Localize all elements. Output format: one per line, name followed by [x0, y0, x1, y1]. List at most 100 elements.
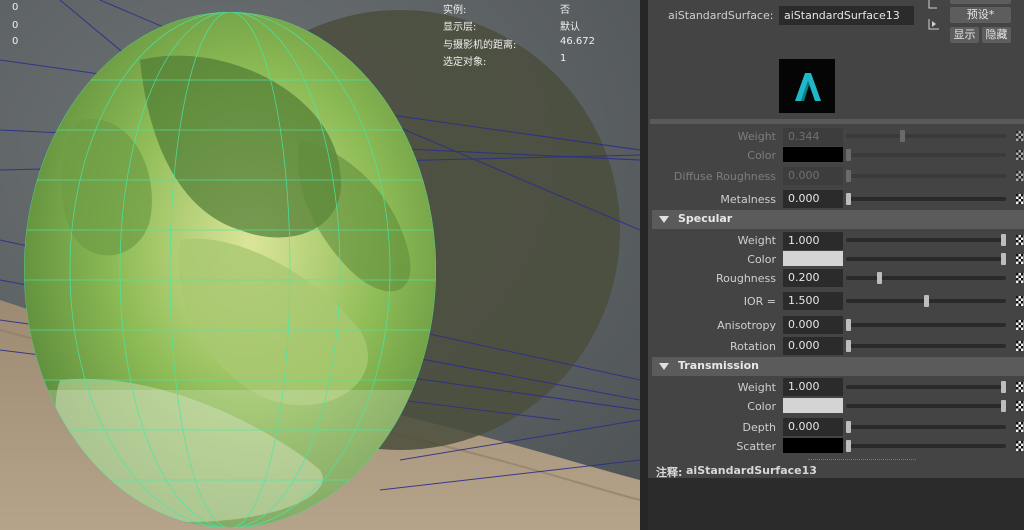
attribute-editor: aiStandardSurface: aiStandardSurface13 预…	[648, 0, 1024, 530]
hud-count: 0	[12, 20, 19, 31]
hud-label-instance: 实例:	[443, 5, 467, 16]
specular-ior-map-icon[interactable]	[1016, 296, 1024, 306]
preset-button[interactable]: 预设*	[950, 7, 1011, 23]
transmission-depth-label: Depth	[742, 421, 776, 434]
transmission-color-slider[interactable]	[846, 404, 1006, 408]
base-weight-map-icon[interactable]	[1016, 131, 1024, 141]
transmission-depth-slider[interactable]	[846, 425, 1006, 429]
diffuse-roughness-field[interactable]: 0.000	[783, 167, 843, 185]
transmission-weight-field[interactable]: 1.000	[783, 378, 843, 396]
transmission-depth-slider-handle[interactable]	[846, 421, 851, 433]
specular-color-swatch[interactable]	[783, 251, 843, 266]
transmission-color-label: Color	[747, 400, 776, 413]
hud-value-instance: 否	[560, 5, 570, 16]
specular-anisotropy-label: Anisotropy	[717, 319, 776, 332]
specular-anisotropy-slider[interactable]	[846, 323, 1006, 327]
specular-anisotropy-slider-handle[interactable]	[846, 319, 851, 331]
specular-roughness-label: Roughness	[715, 272, 776, 285]
notes-textarea[interactable]	[648, 478, 1024, 530]
section-transmission-title: Transmission	[678, 359, 760, 372]
transmission-depth-map-icon[interactable]	[1016, 422, 1024, 432]
specular-anisotropy-map-icon[interactable]	[1016, 320, 1024, 330]
section-specular[interactable]: Specular	[652, 210, 1024, 229]
collapse-triangle-icon	[659, 363, 669, 370]
specular-weight-map-icon[interactable]	[1016, 235, 1024, 245]
specular-weight-field[interactable]: 1.000	[783, 232, 843, 250]
diffuse-roughness-slider-handle[interactable]	[846, 170, 851, 182]
hud-value-display-layer: 默认	[560, 22, 580, 33]
metalness-map-icon[interactable]	[1016, 194, 1024, 204]
specular-roughness-map-icon[interactable]	[1016, 273, 1024, 283]
base-weight-label: Weight	[737, 130, 776, 143]
hud-label-selected-objects: 选定对象:	[443, 57, 487, 68]
specular-color-slider-handle[interactable]	[1001, 253, 1006, 265]
panel-divider[interactable]	[640, 0, 648, 530]
metalness-slider[interactable]	[846, 197, 1006, 201]
hud-label-display-layer: 显示层:	[443, 22, 477, 33]
hud-label-camera-distance: 与摄影机的距离:	[443, 40, 517, 51]
specular-rotation-map-icon[interactable]	[1016, 341, 1024, 351]
diffuse-roughness-map-icon[interactable]	[1016, 171, 1024, 181]
specular-rotation-slider[interactable]	[846, 344, 1006, 348]
hide-button[interactable]: 隐藏	[982, 27, 1011, 43]
hud-count: 0	[12, 36, 19, 47]
transmission-scatter-label: Scatter	[736, 440, 776, 453]
section-separator	[650, 119, 1024, 124]
specular-rotation-field[interactable]: 0.000	[783, 337, 843, 355]
section-transmission[interactable]: Transmission	[652, 357, 1024, 376]
base-color-swatch[interactable]	[783, 147, 843, 162]
specular-color-slider[interactable]	[846, 257, 1006, 261]
specular-roughness-slider-handle[interactable]	[877, 272, 882, 284]
top-button[interactable]	[950, 0, 1011, 4]
specular-weight-slider[interactable]	[846, 238, 1006, 242]
specular-rotation-slider-handle[interactable]	[846, 340, 851, 352]
transmission-scatter-map-icon[interactable]	[1016, 441, 1024, 451]
specular-rotation-label: Rotation	[729, 340, 776, 353]
metalness-field[interactable]: 0.000	[783, 190, 843, 208]
resize-grip[interactable]	[808, 459, 916, 462]
transmission-color-map-icon[interactable]	[1016, 401, 1024, 411]
specular-ior-field[interactable]: 1.500	[783, 292, 843, 310]
transmission-weight-slider-handle[interactable]	[1001, 381, 1006, 393]
base-color-map-icon[interactable]	[1016, 150, 1024, 160]
viewport-scene	[0, 0, 640, 530]
surface-name-field[interactable]: aiStandardSurface13	[779, 6, 914, 25]
specular-weight-slider-handle[interactable]	[1001, 234, 1006, 246]
metalness-label: Metalness	[720, 193, 776, 206]
transmission-color-swatch[interactable]	[783, 398, 843, 413]
transmission-weight-label: Weight	[737, 381, 776, 394]
viewport-3d[interactable]: 0 0 0 实例: 显示层: 与摄影机的距离: 选定对象: 否 默认 46.67…	[0, 0, 640, 530]
specular-roughness-slider[interactable]	[846, 276, 1006, 280]
base-color-slider[interactable]	[846, 153, 1006, 157]
hud-value-camera-distance: 46.672	[560, 36, 595, 47]
base-color-label: Color	[747, 149, 776, 162]
transmission-scatter-swatch[interactable]	[783, 438, 843, 453]
specular-anisotropy-field[interactable]: 0.000	[783, 316, 843, 334]
specular-ior-slider-handle[interactable]	[924, 295, 929, 307]
transmission-scatter-slider[interactable]	[846, 444, 1006, 448]
metalness-slider-handle[interactable]	[846, 193, 851, 205]
transmission-weight-slider[interactable]	[846, 385, 1006, 389]
specular-ior-label: IOR =	[743, 295, 776, 308]
notes-title: aiStandardSurface13	[686, 464, 817, 477]
transmission-color-slider-handle[interactable]	[1001, 400, 1006, 412]
collapse-triangle-icon	[659, 216, 669, 223]
base-weight-slider[interactable]	[846, 134, 1006, 138]
specular-color-map-icon[interactable]	[1016, 254, 1024, 264]
specular-roughness-field[interactable]: 0.200	[783, 269, 843, 287]
transmission-weight-map-icon[interactable]	[1016, 382, 1024, 392]
specular-color-label: Color	[747, 253, 776, 266]
hud-value-selected-objects: 1	[560, 53, 567, 64]
transmission-scatter-slider-handle[interactable]	[846, 440, 851, 452]
base-weight-field[interactable]: 0.344	[783, 128, 843, 146]
section-specular-title: Specular	[678, 212, 733, 225]
base-color-slider-handle[interactable]	[846, 149, 851, 161]
diffuse-roughness-slider[interactable]	[846, 174, 1006, 178]
show-button[interactable]: 显示	[950, 27, 979, 43]
diffuse-roughness-label: Diffuse Roughness	[673, 170, 776, 183]
output-arrow-icon[interactable]	[928, 18, 939, 30]
hud-count: 0	[12, 2, 19, 13]
base-weight-slider-handle[interactable]	[900, 130, 905, 142]
focus-icon[interactable]	[928, 0, 938, 10]
transmission-depth-field[interactable]: 0.000	[783, 418, 843, 436]
